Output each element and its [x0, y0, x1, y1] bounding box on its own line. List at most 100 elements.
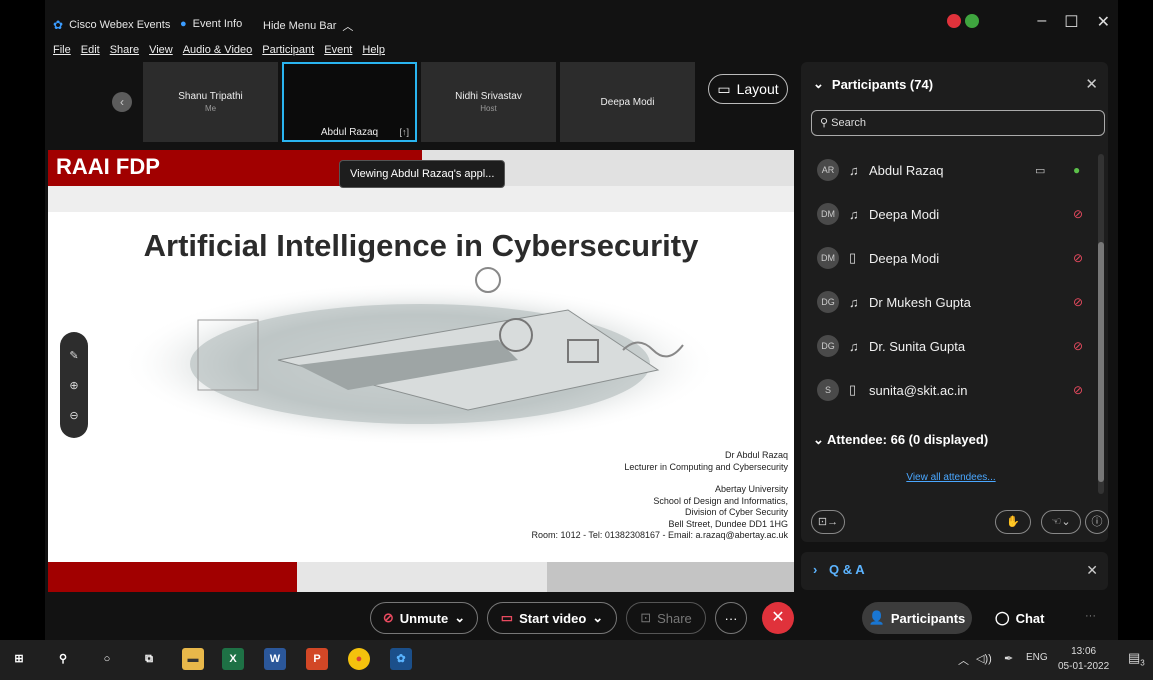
- chevron-right-icon: ›: [813, 562, 818, 577]
- thumbnail-name: Deepa Modi: [600, 96, 655, 108]
- attendee-header[interactable]: ⌄ Attendee: 66 (0 displayed): [813, 432, 988, 448]
- participant-row[interactable]: DG ♫ Dr. Sunita Gupta ⊘: [801, 324, 1101, 368]
- reactions-icon[interactable]: ☜⌄: [1041, 510, 1081, 534]
- camera-icon[interactable]: ▭: [1035, 164, 1045, 177]
- share-label: Share: [657, 610, 692, 626]
- maximize-icon[interactable]: ☐: [1064, 12, 1078, 32]
- qa-panel[interactable]: › Q & A ✕: [801, 552, 1108, 590]
- chevron-down-icon: ⌄: [813, 432, 824, 447]
- tray-chevron-icon[interactable]: ︿: [958, 652, 969, 668]
- chevron-up-icon: ︿: [342, 21, 354, 33]
- thumbnail-nidhi-srivastav[interactable]: Nidhi Srivastav Host: [421, 62, 556, 142]
- menu-edit[interactable]: Edit: [81, 44, 100, 56]
- participant-row[interactable]: S ▯ sunita@skit.ac.in ⊘: [801, 368, 1101, 412]
- mic-on-icon[interactable]: ●: [1073, 163, 1080, 177]
- menu-event[interactable]: Event: [324, 44, 352, 56]
- avatar: DM: [817, 247, 839, 269]
- participants-button[interactable]: 👤 Participants: [862, 602, 972, 634]
- minimize-icon[interactable]: –: [1037, 12, 1046, 32]
- start-video-button[interactable]: ▭ Start video ⌄: [487, 602, 617, 634]
- event-info-button[interactable]: ● Event Info: [180, 18, 242, 30]
- language-indicator[interactable]: ENG: [1026, 652, 1048, 663]
- thumbnail-deepa-modi[interactable]: Deepa Modi: [560, 62, 695, 142]
- thumbnail-prev-button[interactable]: ‹: [112, 92, 132, 112]
- close-icon[interactable]: ✕: [1097, 12, 1110, 32]
- unmute-button[interactable]: ⊘ Unmute ⌄: [370, 602, 478, 634]
- participants-header[interactable]: ⌄ Participants (74): [813, 76, 933, 92]
- hide-menu-bar-button[interactable]: Hide Menu Bar ︿: [263, 18, 353, 34]
- avatar: S: [817, 379, 839, 401]
- chrome-icon[interactable]: ●: [348, 648, 370, 670]
- video-off-icon: ▭: [500, 610, 514, 625]
- participant-search-input[interactable]: ⚲ Search: [811, 110, 1105, 136]
- excel-icon[interactable]: X: [222, 648, 244, 670]
- participant-list: AR ♫ Abdul Razaq ▭ ● DM ♫ Deepa Modi ⊘ D…: [801, 148, 1101, 412]
- windows-start-icon[interactable]: ⊞: [8, 648, 30, 670]
- menu-view[interactable]: View: [149, 44, 173, 56]
- file-explorer-icon[interactable]: ▬: [182, 648, 204, 670]
- layout-button[interactable]: ▭ Layout: [708, 74, 788, 104]
- system-clock[interactable]: 13:06 05-01-2022: [1058, 644, 1109, 674]
- panel-close-icon[interactable]: ✕: [1085, 75, 1098, 93]
- task-view-icon[interactable]: ⧉: [138, 648, 160, 670]
- share-button[interactable]: ⊡ Share: [626, 602, 706, 634]
- mobile-icon: ▯: [849, 382, 857, 397]
- search-icon[interactable]: ⚲: [52, 648, 74, 670]
- cortana-icon[interactable]: ○: [96, 648, 118, 670]
- mic-muted-icon[interactable]: ⊘: [1073, 207, 1083, 221]
- menu-help[interactable]: Help: [362, 44, 385, 56]
- menu-share[interactable]: Share: [110, 44, 139, 56]
- more-options-button[interactable]: ···: [715, 602, 747, 634]
- qa-close-icon[interactable]: ✕: [1086, 562, 1098, 579]
- credit-line: Dr Abdul Razaq: [724, 450, 788, 460]
- thumbnail-abdul-razaq[interactable]: Abdul Razaq [↑]: [282, 62, 417, 142]
- participant-row[interactable]: DM ▯ Deepa Modi ⊘: [801, 236, 1101, 280]
- chat-button[interactable]: ◯ Chat: [995, 602, 1044, 634]
- thumbnail-name: Abdul Razaq: [320, 127, 379, 138]
- leave-meeting-button[interactable]: ✕: [762, 602, 794, 634]
- qa-label: Q & A: [829, 562, 865, 577]
- view-all-attendees-link[interactable]: View all attendees...: [801, 472, 1101, 483]
- credit-line: Lecturer in Computing and Cybersecurity: [624, 461, 788, 472]
- info-icon[interactable]: ⓘ: [1085, 510, 1109, 534]
- participant-row[interactable]: AR ♫ Abdul Razaq ▭ ●: [801, 148, 1101, 192]
- webex-taskbar-icon[interactable]: ✿: [390, 648, 412, 670]
- start-video-label: Start video: [519, 610, 587, 626]
- notifications-icon[interactable]: ▤3: [1128, 650, 1145, 668]
- search-icon: ⚲: [820, 117, 829, 129]
- participant-name: Dr. Sunita Gupta: [869, 338, 966, 354]
- more-icon[interactable]: ···: [1085, 610, 1096, 622]
- annotate-icon[interactable]: ✎: [69, 349, 78, 362]
- powerpoint-icon[interactable]: P: [306, 648, 328, 670]
- avatar: AR: [817, 159, 839, 181]
- mic-muted-icon[interactable]: ⊘: [1073, 383, 1083, 397]
- zoom-out-icon[interactable]: ⊖: [69, 409, 78, 422]
- thumbnail-shanu-tripathi[interactable]: Shanu Tripathi Me: [143, 62, 278, 142]
- app-name: Cisco Webex Events: [69, 19, 171, 31]
- mic-muted-icon[interactable]: ⊘: [1073, 295, 1083, 309]
- participants-title: Participants (74): [831, 76, 934, 92]
- mic-muted-icon[interactable]: ⊘: [1073, 251, 1083, 265]
- participants-label: Participants: [890, 610, 966, 626]
- move-to-panelist-icon[interactable]: ⊡→: [811, 510, 845, 534]
- raise-hand-icon[interactable]: ✋: [995, 510, 1031, 534]
- volume-icon[interactable]: ◁)): [976, 652, 992, 665]
- participant-name: Dr Mukesh Gupta: [869, 294, 971, 310]
- menu-participant[interactable]: Participant: [262, 44, 314, 56]
- panel-scrollbar[interactable]: [1098, 154, 1104, 494]
- title-left: ✿ Cisco Webex Events: [53, 18, 170, 32]
- layout-label: Layout: [736, 81, 779, 97]
- credit-line: [532, 473, 788, 484]
- scrollbar-thumb[interactable]: [1098, 242, 1104, 482]
- participant-name: Deepa Modi: [869, 206, 940, 222]
- participant-row[interactable]: DG ♫ Dr Mukesh Gupta ⊘: [801, 280, 1101, 324]
- meeting-controls: ⊘ Unmute ⌄ ▭ Start video ⌄ ⊡ Share ··· ✕…: [45, 592, 1118, 640]
- menu-file[interactable]: File: [53, 44, 71, 56]
- title-bar: ✿ Cisco Webex Events ● Event Info Hide M…: [45, 0, 1118, 44]
- word-icon[interactable]: W: [264, 648, 286, 670]
- pen-icon[interactable]: ✒: [1004, 652, 1013, 665]
- mic-muted-icon[interactable]: ⊘: [1073, 339, 1083, 353]
- menu-audio-video[interactable]: Audio & Video: [183, 44, 253, 56]
- participant-row[interactable]: DM ♫ Deepa Modi ⊘: [801, 192, 1101, 236]
- zoom-in-icon[interactable]: ⊕: [69, 379, 78, 392]
